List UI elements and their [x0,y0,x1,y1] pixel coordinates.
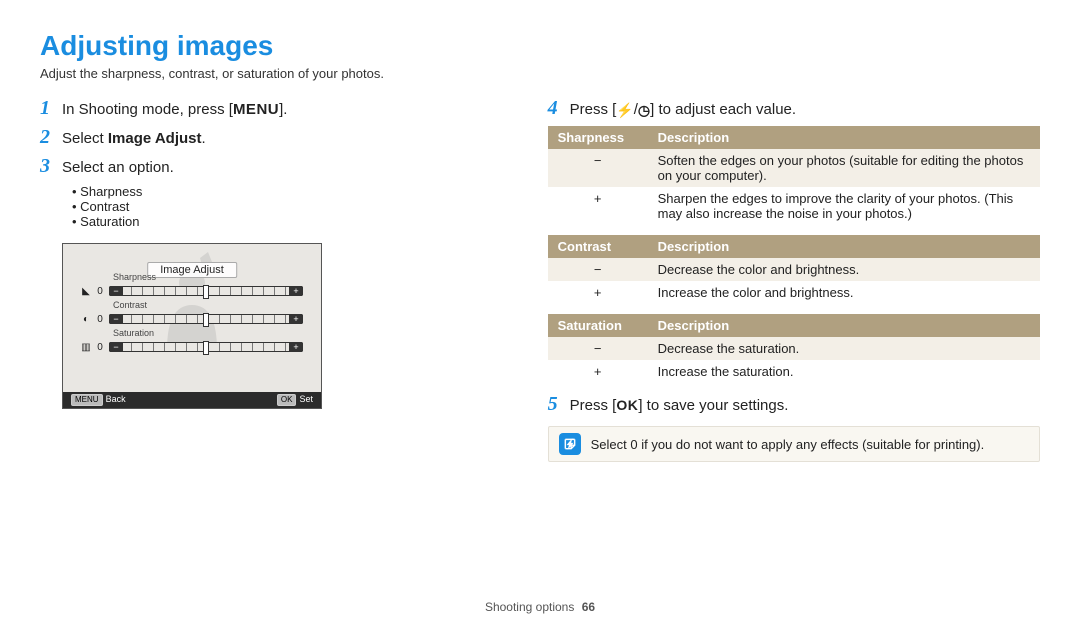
table-cell: − [548,337,648,360]
slider-label-contrast: Contrast [113,300,147,310]
menu-tag: MENU [71,394,103,406]
sharpness-icon: ◣ [79,284,93,298]
th-contrast: Contrast [548,235,648,258]
lcd-title: Image Adjust [147,262,237,278]
step-2-pre: Select [62,130,108,147]
slider-thumb [203,285,209,299]
th-sharpness: Sharpness [548,126,648,149]
footer-section: Shooting options [485,600,574,614]
th-saturation: Saturation [548,314,648,337]
step-number: 4 [548,97,570,120]
slider-value: 0 [93,342,107,353]
saturation-table: SaturationDescription −Decrease the satu… [548,314,1040,383]
slider-value: 0 [93,286,107,297]
step-5-post: ] to save your settings. [638,397,788,414]
saturation-icon: ▥ [79,340,93,354]
step-number: 5 [548,393,570,416]
th-description: Description [648,126,1040,149]
list-item: Contrast [72,199,488,214]
right-column: 4 Press [⚡/◷] to adjust each value. Shar… [548,97,1040,462]
menu-button-label: MENU [233,101,279,118]
slider-thumb [203,341,209,355]
step-4: 4 Press [⚡/◷] to adjust each value. [548,97,1040,120]
note-box: Select 0 if you do not want to apply any… [548,426,1040,462]
sharpness-table: SharpnessDescription −Soften the edges o… [548,126,1040,225]
step-4-pre: Press [ [570,101,617,118]
table-cell: Soften the edges on your photos (suitabl… [648,149,1040,187]
slider-label-sharpness: Sharpness [113,272,156,282]
slider-bar [109,314,303,324]
contrast-icon: ◐ [79,312,93,326]
slider-bar [109,342,303,352]
note-icon [559,433,581,455]
option-sub-list: Sharpness Contrast Saturation [72,184,488,229]
step-number: 1 [40,97,62,120]
flash-icon: ⚡ [616,102,633,119]
step-3: 3 Select an option. [40,155,488,178]
lcd-preview: Image Adjust Sharpness ◣ 0 Contrast ◐ [62,243,322,409]
table-cell: − [548,258,648,281]
table-cell: Increase the color and brightness. [648,281,1040,304]
step-1: 1 In Shooting mode, press [MENU]. [40,97,488,120]
th-description: Description [648,314,1040,337]
list-item: Saturation [72,214,488,229]
table-cell: Decrease the saturation. [648,337,1040,360]
step-2-post: . [202,130,206,147]
slider-bar [109,286,303,296]
step-number: 2 [40,126,62,149]
table-cell: − [548,149,648,187]
step-1-text-pre: In Shooting mode, press [ [62,101,233,118]
table-cell: + [548,187,648,225]
table-cell: + [548,281,648,304]
step-3-text: Select an option. [62,159,174,176]
lcd-back-label: Back [106,394,126,404]
step-5: 5 Press [OK] to save your settings. [548,393,1040,416]
ok-button-label: OK [616,397,638,413]
left-column: 1 In Shooting mode, press [MENU]. 2 Sele… [40,97,488,462]
slider-label-saturation: Saturation [113,328,154,338]
step-4-post: ] to adjust each value. [650,101,796,118]
table-cell: Sharpen the edges to improve the clarity… [648,187,1040,225]
page-title: Adjusting images [40,30,1040,62]
step-5-pre: Press [ [570,397,617,414]
table-cell: Decrease the color and brightness. [648,258,1040,281]
intro-text: Adjust the sharpness, contrast, or satur… [40,66,1040,81]
lcd-footer: MENUBack OKSet [63,392,321,408]
list-item: Sharpness [72,184,488,199]
timer-icon: ◷ [638,102,650,119]
table-cell: Increase the saturation. [648,360,1040,383]
lcd-set-label: Set [299,394,313,404]
th-description: Description [648,235,1040,258]
slider-value: 0 [93,314,107,325]
step-2-bold: Image Adjust [108,130,202,147]
table-cell: + [548,360,648,383]
slider-thumb [203,313,209,327]
step-2: 2 Select Image Adjust. [40,126,488,149]
page-footer: Shooting options 66 [0,600,1080,614]
ok-tag: OK [277,394,297,406]
note-text: Select 0 if you do not want to apply any… [591,437,985,452]
footer-page-number: 66 [582,600,595,614]
step-number: 3 [40,155,62,178]
contrast-table: ContrastDescription −Decrease the color … [548,235,1040,304]
step-1-text-post: ]. [279,101,287,118]
